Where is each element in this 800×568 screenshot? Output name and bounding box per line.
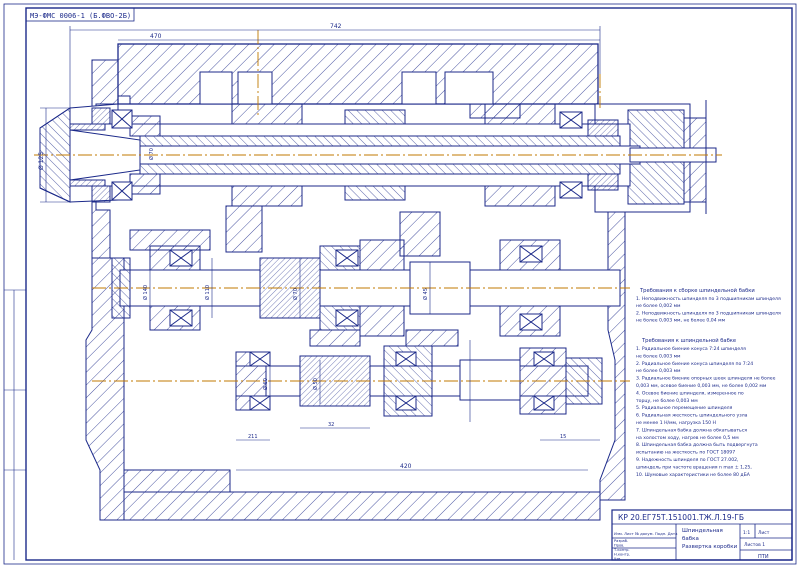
- svg-text:Ø 140: Ø 140: [142, 285, 149, 300]
- note-line: 7. Шпиндельная бабка должна обкатываться: [636, 427, 747, 433]
- svg-text:211: 211: [248, 434, 258, 440]
- svg-text:420: 420: [400, 463, 412, 470]
- legend-row: Утв.: [614, 557, 622, 561]
- note-line: 3. Радиальное биение опорных шеек шпинде…: [636, 376, 776, 382]
- title-name-2: бабка: [682, 536, 699, 542]
- note-line: 2. Радиальное биение конуса шпинделя по …: [636, 361, 753, 367]
- svg-text:МЭ-ФМС 0006-1 (Б.ФВО-2Б): МЭ-ФМС 0006-1 (Б.ФВО-2Б): [30, 12, 131, 20]
- title-name-3: Развертка коробки: [682, 544, 738, 550]
- note-line: 0,003 мм, осевое биение 0,003 мм, не бол…: [636, 383, 767, 389]
- note-line: 1. Неподвижность шпинделя по 3 подшипник…: [636, 296, 781, 302]
- svg-text:Ø 70: Ø 70: [148, 148, 155, 160]
- note-line: не более 0,002 мм: [636, 303, 681, 309]
- svg-text:Ø 50: Ø 50: [312, 378, 319, 390]
- engineering-drawing: МЭ-ФМС 0006-1 (Б.ФВО-2Б) 742 470 Ø 125 Ø…: [3, 3, 797, 565]
- svg-text:32: 32: [328, 422, 334, 428]
- title-name-1: Шпиндельная: [682, 528, 723, 534]
- sheets-label: Листов 1: [744, 542, 765, 548]
- scale: 1:1: [743, 530, 750, 536]
- note-line: не более 0,003 мм: [636, 368, 681, 374]
- legend-row: Т.контр.: [613, 548, 630, 552]
- org: ПТИ: [758, 554, 769, 560]
- note-line: 9. Надежность шпинделя по ГОСТ 27.002,: [636, 457, 739, 463]
- svg-text:Ø 110: Ø 110: [204, 285, 211, 300]
- note-line: не менее 1 Н/мм, нагрузка 150 Н: [636, 420, 716, 426]
- note-line: 4. Осевое биение шпинделя, измеренное по: [636, 390, 744, 396]
- sheet-label: Лист: [758, 530, 770, 536]
- legend-row: Разраб.: [614, 539, 628, 543]
- note-line: 8. Шпиндельная бабка должна быть подверг…: [636, 442, 758, 448]
- svg-text:Ø 45: Ø 45: [422, 288, 429, 300]
- note-line: 5. Радиальное перемещение шпинделя: [636, 405, 733, 411]
- note-line: 1. Радиальное биение конуса 7:24 шпиндел…: [636, 346, 746, 352]
- legend-row: Н.контр.: [614, 553, 630, 557]
- drawing-number-stamp: МЭ-ФМС 0006-1 (Б.ФВО-2Б): [25, 7, 135, 22]
- legend-row: Пров.: [614, 544, 624, 548]
- svg-text:Ø 70: Ø 70: [292, 288, 299, 300]
- svg-text:742: 742: [330, 23, 342, 30]
- note-line: испытанию на жесткость по ГОСТ 18097: [636, 450, 735, 456]
- drawing-code: КР 20.ЕГ75Т.151001.ТЖ.Л.19-ГБ: [618, 513, 744, 522]
- notes-heading-2: Требования к шпиндельной бабке: [641, 337, 736, 344]
- note-line: 10. Шумовые характеристики не более 80 д…: [636, 472, 751, 478]
- technical-notes: Требования к сборке шпиндельной бабки 1.…: [636, 287, 781, 478]
- title-block-text: КР 20.ЕГ75Т.151001.ТЖ.Л.19-ГБ Шпиндельна…: [613, 513, 770, 561]
- note-line: не более 0,003 мм: [636, 353, 681, 359]
- svg-text:470: 470: [150, 33, 162, 40]
- notes-heading-1: Требования к сборке шпиндельной бабки: [639, 287, 755, 294]
- note-line: 2. Неподвижность шпинделя по 3 подшипник…: [636, 310, 781, 316]
- svg-text:15: 15: [560, 434, 566, 440]
- note-line: на холостом ходу, нагрев не более 0,5 мм: [636, 435, 739, 441]
- svg-text:Ø 125: Ø 125: [38, 152, 45, 170]
- note-line: 6. Радиальная жесткость шпиндельного узл…: [636, 413, 748, 419]
- note-line: не более 0,003 мм, не более 0,04 мм: [636, 318, 726, 324]
- note-line: шпиндель при частоте вращения n max ± 1,…: [636, 464, 752, 470]
- svg-text:Ø 60: Ø 60: [262, 378, 269, 390]
- legend-label: Изм. Лист № докум. Подп. Дата: [614, 531, 677, 536]
- note-line: торцу, не более 0,003 мм: [636, 398, 698, 404]
